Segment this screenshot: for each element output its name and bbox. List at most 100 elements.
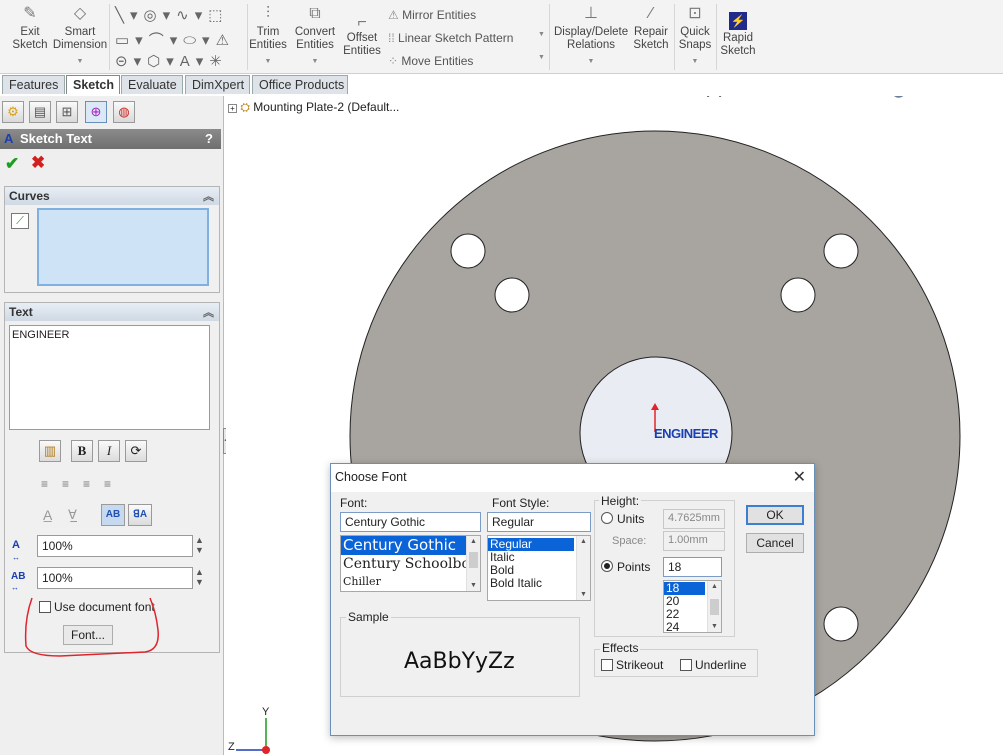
horizontal-flip-button-icon[interactable]: AB (101, 504, 125, 526)
cancel-button[interactable]: Cancel (746, 533, 804, 553)
dropdown-arrow-icon[interactable]: ▼ (538, 31, 545, 38)
manager-tabs: ⚙ ▤ ⊞ ⊕ ◍ (0, 101, 224, 127)
font-list-item[interactable]: Century Schoolbook (341, 555, 480, 574)
bolt-hole[interactable] (450, 233, 486, 269)
rapid-sketch-button[interactable]: ⚡ Rapid Sketch (719, 12, 757, 58)
spacing-stepper-icon[interactable]: ▲ ▼ (195, 567, 204, 587)
vertical-flip-button-icon[interactable]: ꓭA (128, 504, 152, 526)
z-axis-label: Z (228, 741, 235, 753)
text-group-header[interactable]: Text ︽ (5, 303, 219, 321)
flip-vertical-icon[interactable]: A̲ (43, 507, 52, 523)
flip-horizontal-icon[interactable]: ∀̲ (68, 507, 77, 523)
width-factor-field[interactable]: 100% (37, 535, 193, 557)
bold-button-icon[interactable]: B (71, 440, 93, 462)
alignment-buttons[interactable]: ≡≡≡≡ (41, 477, 125, 491)
command-manager-tabs: Features Sketch Evaluate DimXpert Office… (0, 74, 1003, 94)
cancel-x-icon[interactable]: ✖ (31, 153, 45, 173)
ok-check-icon[interactable]: ✔ (5, 154, 19, 174)
configuration-manager-tab-icon[interactable]: ⊞ (56, 101, 78, 123)
display-delete-relations-button[interactable]: ⊥ Display/Delete Relations ▼ (554, 4, 628, 68)
points-radio[interactable] (601, 560, 613, 572)
font-list[interactable]: Century Gothic Century Schoolbook Chille… (340, 535, 481, 592)
font-style-input[interactable]: Regular (487, 512, 591, 532)
rotate-button-icon[interactable]: ⟳ (125, 440, 147, 462)
tab-dimxpert[interactable]: DimXpert (185, 75, 250, 94)
dropdown-arrow-icon[interactable]: ▼ (52, 55, 108, 68)
units-value-field[interactable]: 4.7625mm (663, 509, 725, 529)
text-input-area[interactable]: ENGINEER (9, 325, 210, 430)
dropdown-arrow-icon[interactable]: ▼ (248, 55, 288, 68)
snaps-icon: ⊡ (688, 5, 702, 22)
bolt-hole[interactable] (494, 277, 530, 313)
italic-button-icon[interactable]: I (98, 440, 120, 462)
convert-icon: ⧉ (309, 5, 321, 22)
tab-sketch[interactable]: Sketch (66, 75, 120, 94)
collapse-chevron-icon[interactable]: ︽ (203, 304, 214, 320)
quick-snaps-button[interactable]: ⊡ Quick Snaps ▼ (677, 4, 713, 68)
sketch-entities-row-3[interactable]: ⊝▾⬡▾A▾✳ (115, 52, 228, 70)
move-entities-button[interactable]: ⁘ Move Entities ▼ (388, 54, 545, 68)
offset-entities-button[interactable]: ⌐ Offset Entities (342, 14, 382, 58)
dropdown-arrow-icon[interactable]: ▼ (538, 54, 545, 61)
tab-office-products[interactable]: Office Products (252, 75, 348, 94)
link-property-icon[interactable]: ▥ (39, 440, 61, 462)
curves-selection-box[interactable] (37, 208, 209, 286)
font-list-scrollbar[interactable]: ▲ ▼ (466, 536, 480, 591)
feature-manager-tab-icon[interactable]: ⚙ (2, 101, 24, 123)
strikeout-checkbox[interactable] (601, 659, 613, 671)
dimxpert-manager-tab-icon[interactable]: ⊕ (85, 101, 107, 123)
move-icon: ⁘ (388, 54, 402, 68)
sample-preview-text: AaBbYyZz (404, 649, 515, 674)
smart-dimension-button[interactable]: ◇ Smart Dimension ▼ (52, 4, 108, 68)
collapse-chevron-icon[interactable]: ︽ (203, 188, 214, 204)
convert-entities-button[interactable]: ⧉ Convert Entities ▼ (292, 4, 338, 68)
linear-sketch-pattern-button[interactable]: ⁞⁞ Linear Sketch Pattern ▼ (388, 31, 545, 45)
ok-button[interactable]: OK (746, 505, 804, 525)
points-input[interactable]: 18 (663, 557, 722, 577)
dropdown-arrow-icon[interactable]: ▼ (677, 55, 713, 68)
font-list-item[interactable]: Chiller (341, 574, 480, 589)
exit-sketch-button[interactable]: ✎ Exit Sketch (8, 4, 52, 52)
dropdown-arrow-icon[interactable]: ▼ (292, 55, 338, 68)
sketch-entities-row-1[interactable]: ╲▾◎▾∿▾⬚ (115, 6, 228, 24)
tab-evaluate[interactable]: Evaluate (121, 75, 183, 94)
sketch-entities-row-2[interactable]: ▭▾⌒▾⬭▾⚠ (115, 29, 235, 50)
bolt-hole[interactable] (780, 277, 816, 313)
curves-group-header[interactable]: Curves ︽ (5, 187, 219, 205)
repair-sketch-button[interactable]: ⁄ Repair Sketch (632, 4, 670, 52)
space-value-field[interactable]: 1.00mm (663, 531, 725, 551)
style-list-scrollbar[interactable]: ▲ ▼ (576, 536, 590, 600)
offset-icon: ⌐ (357, 14, 367, 31)
font-name-input[interactable]: Century Gothic (340, 512, 481, 532)
width-stepper-icon[interactable]: ▲ ▼ (195, 535, 204, 555)
relations-icon: ⊥ (584, 5, 598, 22)
mirror-entities-button[interactable]: ⚠ Mirror Entities (388, 8, 476, 22)
spacing-field[interactable]: 100% (37, 567, 193, 589)
exit-sketch-icon: ✎ (23, 5, 37, 22)
sample-label: Sample (346, 610, 391, 624)
dropdown-arrow-icon[interactable]: ▼ (554, 55, 628, 68)
bolt-hole[interactable] (823, 233, 859, 269)
style-list-item[interactable]: Bold Italic (488, 577, 590, 590)
font-style-list[interactable]: Regular Italic Bold Bold Italic ▲ ▼ (487, 535, 591, 601)
trim-entities-button[interactable]: ⫶ Trim Entities ▼ (248, 4, 288, 68)
close-icon[interactable]: ✕ (793, 467, 806, 487)
dialog-title: Choose Font (331, 464, 814, 492)
sketch-text-icon: A (4, 131, 14, 146)
mirror-icon: ⚠ (388, 8, 403, 22)
points-list-scrollbar[interactable]: ▲ ▼ (707, 581, 721, 632)
display-manager-tab-icon[interactable]: ◍ (113, 101, 135, 123)
underline-checkbox[interactable] (680, 659, 692, 671)
units-radio[interactable] (601, 512, 613, 524)
strikeout-label: Strikeout (616, 658, 664, 672)
repair-icon: ⁄ (649, 5, 653, 22)
help-button[interactable]: ? (205, 131, 213, 146)
property-manager-tab-icon[interactable]: ▤ (29, 101, 51, 123)
sketch-text-preview[interactable]: ENGINEER (654, 426, 718, 441)
points-list[interactable]: 18 20 22 24 ▲ ▼ (663, 580, 722, 633)
underline-label: Underline (695, 658, 747, 672)
font-list-item[interactable]: Century Gothic (341, 536, 480, 555)
tab-features[interactable]: Features (2, 75, 65, 94)
bolt-hole[interactable] (823, 606, 859, 642)
y-axis-label: Y (262, 706, 270, 718)
